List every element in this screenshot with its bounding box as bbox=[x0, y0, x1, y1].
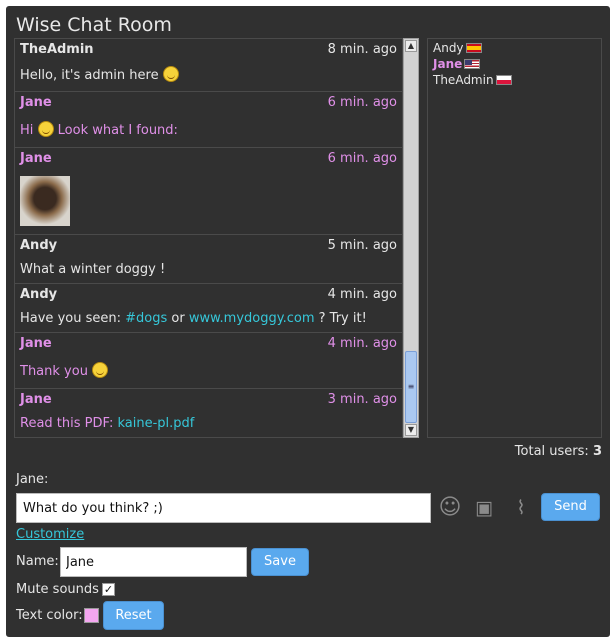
message-text: What a winter doggy ! bbox=[20, 262, 166, 277]
message-input[interactable] bbox=[16, 493, 431, 523]
user-item-theadmin[interactable]: TheAdmin bbox=[433, 72, 596, 88]
user-list: Andy Jane TheAdmin bbox=[427, 38, 602, 438]
message-text: Have you seen: #dogs or www.mydoggy.com … bbox=[20, 311, 367, 326]
chat-window: Wise Chat Room TheAdmin 8 min. ago Hello… bbox=[6, 6, 610, 637]
reset-button[interactable]: Reset bbox=[103, 601, 164, 630]
send-button[interactable]: Send bbox=[541, 493, 600, 521]
save-button[interactable]: Save bbox=[251, 548, 309, 576]
message-item: Andy 4 min. ago Have you seen: #dogs or … bbox=[15, 284, 402, 333]
scroll-down-icon[interactable]: ▼ bbox=[405, 424, 417, 436]
message-sender[interactable]: Jane bbox=[20, 151, 52, 166]
message-time: 4 min. ago bbox=[327, 287, 397, 302]
message-item: Jane 3 min. ago Read this PDF: kaine-pl.… bbox=[15, 389, 402, 437]
message-text: Thank you bbox=[20, 362, 109, 379]
message-time: 8 min. ago bbox=[327, 42, 397, 57]
emoticons-icon[interactable]: ☺ bbox=[438, 496, 462, 520]
message-item: Jane 4 min. ago Thank you bbox=[15, 333, 402, 389]
message-sender[interactable]: Jane bbox=[20, 95, 52, 110]
user-item-jane[interactable]: Jane bbox=[433, 56, 596, 72]
user-item-andy[interactable]: Andy bbox=[433, 40, 596, 56]
pdf-link[interactable]: kaine-pl.pdf bbox=[118, 416, 195, 431]
message-sender[interactable]: TheAdmin bbox=[20, 42, 94, 57]
message-sender[interactable]: Andy bbox=[20, 287, 57, 302]
flag-es-icon bbox=[465, 43, 482, 53]
text-color-swatch[interactable] bbox=[84, 608, 99, 623]
message-time: 4 min. ago bbox=[327, 336, 397, 351]
wink-icon bbox=[37, 121, 54, 137]
input-label: Jane: bbox=[16, 472, 49, 487]
scroll-thumb[interactable]: ≡ bbox=[405, 351, 417, 423]
message-sender[interactable]: Jane bbox=[20, 336, 52, 351]
total-users-count: 3 bbox=[592, 444, 602, 459]
dog-image[interactable] bbox=[20, 176, 70, 226]
name-label: Name: bbox=[16, 554, 59, 569]
flag-us-icon bbox=[464, 59, 481, 69]
message-text: Read this PDF: kaine-pl.pdf bbox=[20, 416, 195, 431]
message-sender[interactable]: Jane bbox=[20, 392, 52, 407]
message-list[interactable]: TheAdmin 8 min. ago Hello, it's admin he… bbox=[14, 38, 403, 438]
message-item: Andy 5 min. ago What a winter doggy ! bbox=[15, 235, 402, 284]
message-item: Jane 6 min. ago bbox=[15, 148, 402, 235]
message-time: 6 min. ago bbox=[327, 95, 397, 110]
smile-icon bbox=[162, 66, 179, 82]
mute-sounds-checkbox[interactable]: ✓ bbox=[102, 583, 115, 596]
message-text: Hello, it's admin here bbox=[20, 66, 179, 83]
message-time: 6 min. ago bbox=[327, 151, 397, 166]
message-scrollbar[interactable]: ▲ ≡ ▼ bbox=[403, 38, 419, 438]
name-input[interactable] bbox=[60, 547, 247, 577]
mute-sounds-label: Mute sounds bbox=[16, 582, 99, 597]
flag-pl-icon bbox=[495, 75, 512, 85]
message-time: 5 min. ago bbox=[327, 238, 397, 253]
message-item: Jane 6 min. ago Hi Look what I found: bbox=[15, 92, 402, 148]
chat-title: Wise Chat Room bbox=[16, 14, 172, 36]
message-text: Hi Look what I found: bbox=[20, 121, 178, 138]
paperclip-icon[interactable]: ⌇ bbox=[509, 496, 533, 520]
message-time: 3 min. ago bbox=[327, 392, 397, 407]
scroll-up-icon[interactable]: ▲ bbox=[405, 40, 417, 52]
customize-link[interactable]: Customize bbox=[16, 527, 84, 542]
camera-icon[interactable]: ▣ bbox=[472, 496, 496, 520]
text-color-label: Text color: bbox=[16, 608, 83, 623]
grin-icon bbox=[92, 362, 109, 378]
message-sender[interactable]: Andy bbox=[20, 238, 57, 253]
message-item: TheAdmin 8 min. ago Hello, it's admin he… bbox=[15, 39, 402, 92]
total-users: Total users: 3 bbox=[514, 444, 602, 459]
url-link[interactable]: www.mydoggy.com bbox=[189, 311, 315, 326]
hashtag-link[interactable]: #dogs bbox=[125, 311, 167, 326]
